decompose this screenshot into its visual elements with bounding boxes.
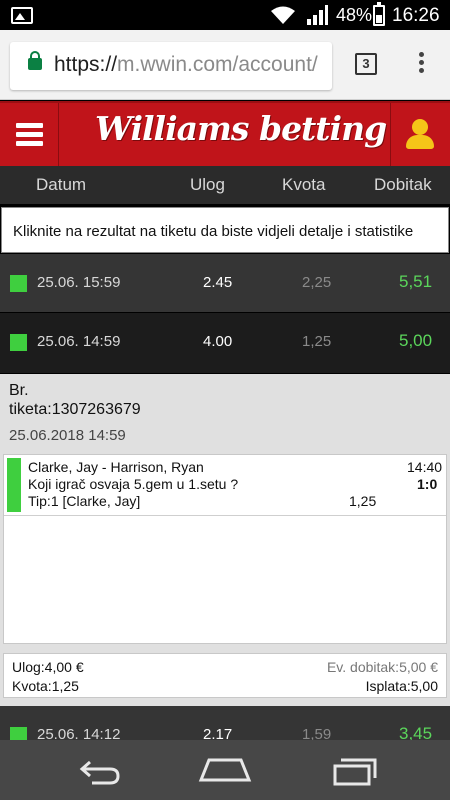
ticket-datetime: 25.06.2018 14:59 — [9, 427, 126, 444]
back-icon[interactable] — [70, 752, 130, 788]
bet-odds: 1,25 — [349, 493, 377, 509]
browser-toolbar: https://m.wwin.com/account/ 3 — [0, 30, 450, 100]
bet-card[interactable]: Clarke, Jay - Harrison, Ryan 14:40 Koji … — [3, 454, 447, 644]
hamburger-menu-icon[interactable] — [0, 103, 59, 166]
status-indicator — [10, 334, 27, 351]
match-time: 14:40 — [407, 459, 443, 475]
battery-percent: 48% — [336, 5, 373, 25]
summary-possible-win: Ev. dobitak:5,00 € — [326, 659, 438, 675]
site-header: Williams betting — [0, 101, 450, 166]
ticket-odds: 2,25 — [302, 274, 332, 291]
battery-charging-icon — [373, 2, 385, 26]
home-icon[interactable] — [195, 752, 255, 788]
col-dobitak: Dobitak — [374, 175, 432, 194]
url-path: /account/ — [232, 53, 318, 76]
url-text: https://m.wwin.com/account/ — [54, 53, 318, 77]
ticket-number-label: Br. — [9, 382, 29, 399]
col-kvota: Kvota — [282, 175, 326, 194]
url-scheme: https:// — [54, 53, 118, 76]
recents-icon[interactable] — [325, 752, 385, 788]
match-score[interactable]: 1:0 — [417, 476, 437, 492]
wifi-icon — [271, 6, 295, 24]
ticket-row[interactable]: 25.06. 14:59 4.00 1,25 5,00 — [0, 313, 450, 373]
ticket-win: 5,00 — [399, 331, 433, 350]
col-datum: Datum — [36, 175, 87, 194]
summary-payout: Isplata:5,00 — [365, 678, 438, 694]
ticket-row[interactable]: 25.06. 15:59 2.45 2,25 5,51 — [0, 254, 450, 312]
tabs-icon[interactable]: 3 — [355, 53, 377, 75]
menu-dots-icon[interactable] — [412, 52, 430, 78]
address-bar[interactable]: https://m.wwin.com/account/ — [10, 42, 332, 90]
site-logo[interactable]: Williams betting — [95, 109, 387, 148]
user-icon[interactable] — [390, 103, 450, 166]
gallery-icon — [11, 7, 33, 24]
ticket-odds: 1,25 — [302, 333, 332, 350]
col-ulog: Ulog — [190, 175, 225, 194]
bet-tip: Tip:1 [Clarke, Jay] — [28, 493, 141, 509]
divider — [4, 515, 446, 516]
status-indicator — [7, 458, 21, 512]
ticket-summary: Ulog:4,00 € Ev. dobitak:5,00 € Kvota:1,2… — [3, 653, 447, 698]
clock: 16:26 — [392, 5, 440, 26]
column-headers: Datum Ulog Kvota Dobitak — [0, 166, 450, 204]
ticket-stake: 4.00 — [203, 333, 233, 350]
ticket-stake: 2.45 — [203, 274, 233, 291]
system-nav-bar — [0, 740, 450, 800]
url-host: m.wwin.com — [117, 53, 233, 76]
ticket-win: 5,51 — [399, 272, 433, 291]
info-banner: Kliknite na rezultat na tiketu da biste … — [1, 207, 449, 253]
signal-icon — [307, 5, 328, 25]
bet-question: Koji igrač osvaja 5.gem u 1.setu ? — [28, 476, 239, 492]
summary-odds: Kvota:1,25 — [12, 678, 79, 694]
ticket-date: 25.06. 14:59 — [37, 333, 121, 350]
lock-icon — [28, 51, 42, 70]
status-bar: 48% 16:26 — [0, 0, 450, 30]
ticket-details: Br. tiketa:1307263679 25.06.2018 14:59 C… — [0, 374, 450, 706]
match-name: Clarke, Jay - Harrison, Ryan — [28, 459, 204, 475]
summary-stake: Ulog:4,00 € — [12, 659, 84, 675]
ticket-date: 25.06. 15:59 — [37, 274, 121, 291]
status-indicator — [10, 275, 27, 292]
ticket-number: tiketa:1307263679 — [9, 401, 141, 418]
